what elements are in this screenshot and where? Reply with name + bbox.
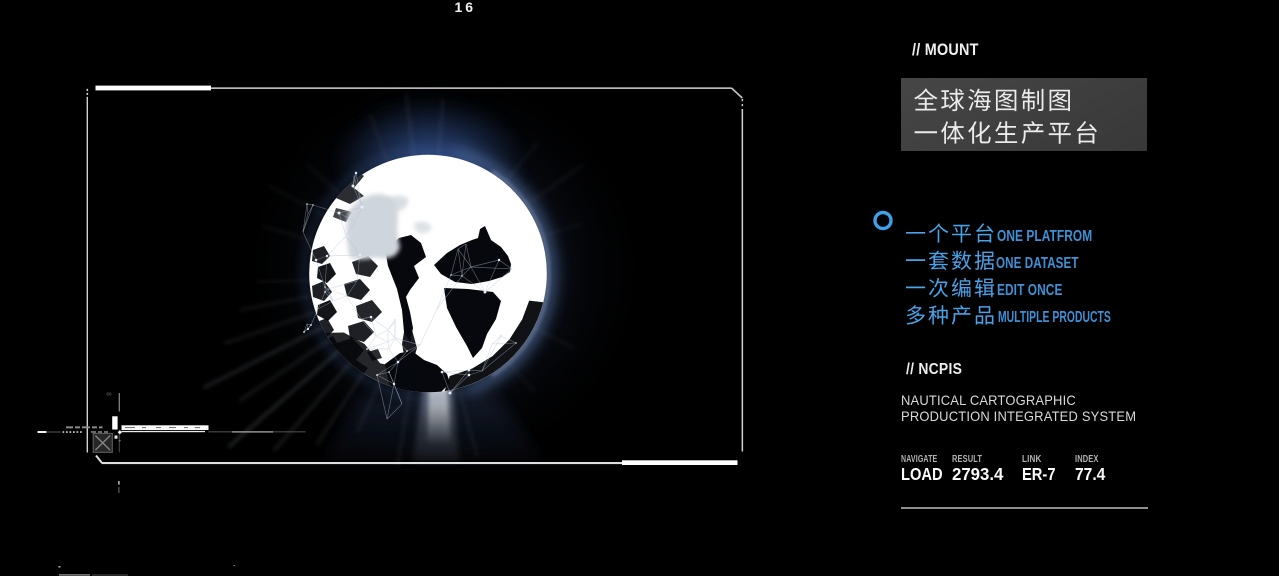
svg-text:60: 60: [107, 392, 113, 397]
